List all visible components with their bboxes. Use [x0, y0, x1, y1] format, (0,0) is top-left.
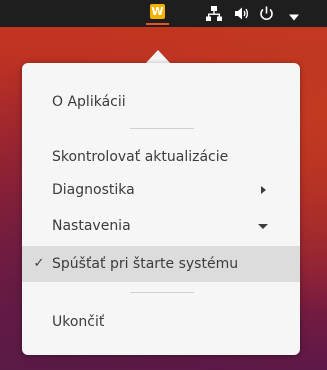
tray-app-icon[interactable]: W: [150, 4, 165, 19]
volume-icon[interactable]: [233, 5, 250, 22]
menu-item-autostart[interactable]: ✓ Spúšťať pri štarte systému: [22, 246, 300, 282]
menu-item-quit[interactable]: Ukončiť: [22, 305, 300, 339]
tray-active-indicator: [146, 23, 169, 25]
menu-separator: [130, 128, 194, 129]
chevron-down-icon[interactable]: [288, 9, 300, 26]
top-bar: W: [0, 0, 327, 27]
menu-separator: [130, 292, 194, 293]
menu-item-diagnostics[interactable]: Diagnostika: [22, 173, 300, 207]
menu-item-settings-label: Nastavenia: [52, 218, 131, 234]
menu-item-about-label: O Aplikácii: [52, 94, 126, 110]
menu-item-settings[interactable]: Nastavenia: [22, 209, 300, 243]
checkmark-icon: ✓: [33, 256, 45, 271]
menu-item-check-updates-label: Skontrolovať aktualizácie: [52, 149, 229, 165]
menu-item-diagnostics-label: Diagnostika: [52, 182, 135, 198]
menu-pointer: [145, 50, 171, 64]
menu-item-quit-label: Ukončiť: [52, 314, 105, 330]
menu-item-check-updates[interactable]: Skontrolovať aktualizácie: [22, 140, 300, 174]
power-icon[interactable]: [258, 5, 275, 22]
network-icon[interactable]: [205, 5, 223, 22]
expand-arrow-icon: [258, 224, 268, 229]
app-indicator-menu: O Aplikácii Skontrolovať aktualizácie Di…: [22, 63, 300, 355]
menu-item-autostart-label: Spúšťať pri štarte systému: [52, 256, 239, 272]
submenu-arrow-icon: [261, 186, 266, 194]
menu-item-about[interactable]: O Aplikácii: [22, 85, 300, 119]
